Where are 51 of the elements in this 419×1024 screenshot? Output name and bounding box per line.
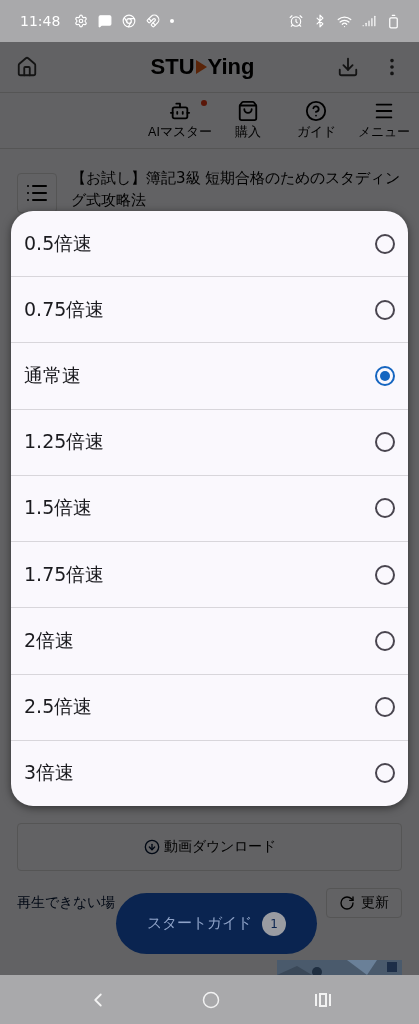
logo-text: STU [150, 54, 195, 80]
start-guide-button[interactable]: スタートガイド 1 [116, 893, 317, 954]
radio-button[interactable] [375, 366, 395, 387]
dot-icon [170, 19, 175, 23]
speed-option[interactable]: 2倍速 [11, 607, 408, 674]
speed-option[interactable]: 3倍速 [11, 739, 408, 806]
status-time: 11:48 [20, 13, 61, 29]
option-label: 0.5倍速 [24, 230, 93, 256]
radio-button[interactable] [375, 630, 395, 651]
radio-button[interactable] [375, 564, 395, 585]
count-badge: 1 [262, 911, 286, 936]
play-icon [194, 59, 208, 75]
radio-button[interactable] [375, 432, 395, 453]
robot-icon [169, 100, 191, 122]
option-label: 1.5倍速 [24, 495, 93, 521]
download-icon [143, 839, 160, 855]
help-text: 再生できない場 [17, 894, 115, 912]
speed-option[interactable]: 0.5倍速 [11, 211, 408, 277]
speed-option[interactable]: 通常速 [11, 342, 408, 409]
option-label: 3倍速 [24, 760, 75, 786]
download-icon[interactable] [337, 56, 359, 78]
radio-button[interactable] [375, 233, 395, 254]
home-icon[interactable] [16, 56, 38, 78]
magnet-icon [146, 14, 161, 28]
logo-text: Ying [207, 54, 255, 80]
radio-button[interactable] [375, 763, 395, 784]
speed-option[interactable]: 1.75倍速 [11, 541, 408, 608]
option-label: 通常速 [24, 363, 81, 389]
option-label: 1.25倍速 [24, 429, 105, 455]
wifi-icon [337, 13, 352, 29]
speed-option[interactable]: 1.25倍速 [11, 408, 408, 475]
bag-icon [237, 100, 259, 122]
option-label: 2.5倍速 [24, 694, 93, 720]
signal-icon [362, 14, 376, 28]
speed-option[interactable]: 1.5倍速 [11, 474, 408, 542]
refresh-icon [339, 895, 355, 911]
radio-button[interactable] [375, 697, 395, 718]
course-title: 【お試し】簿記3級 短期合格のためのスタディング式攻略法 [71, 168, 402, 211]
radio-button[interactable] [375, 299, 395, 320]
help-icon [305, 100, 327, 122]
option-label: 0.75倍速 [24, 296, 105, 322]
speed-option[interactable]: 2.5倍速 [11, 673, 408, 740]
browser-icon [122, 14, 137, 28]
speed-option[interactable]: 0.75倍速 [11, 276, 408, 343]
message-icon [98, 14, 113, 28]
settings-icon [74, 14, 89, 28]
option-label: 2倍速 [24, 627, 75, 653]
alarm-icon [289, 14, 303, 28]
option-label: 1.75倍速 [24, 561, 105, 587]
radio-button[interactable] [375, 498, 395, 519]
battery-icon [386, 13, 401, 29]
